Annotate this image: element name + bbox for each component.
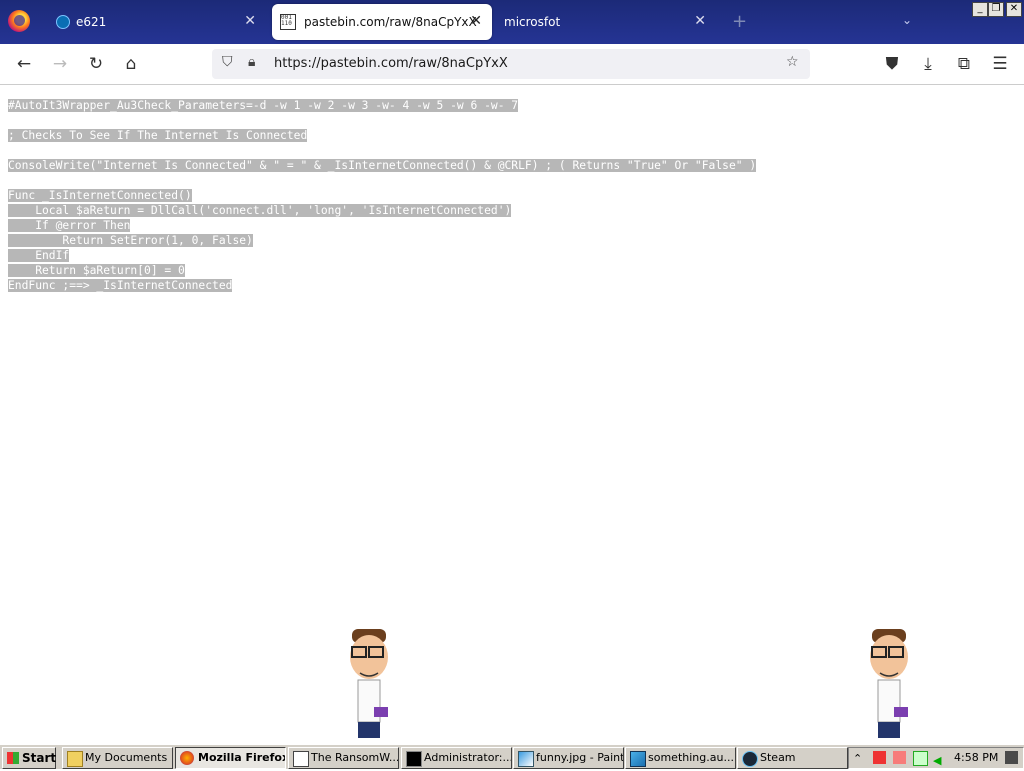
taskbar-item-label: funny.jpg - Paint <box>536 751 624 764</box>
taskbar-item-label: Administrator:... <box>424 751 512 764</box>
address-bar[interactable]: ⛉ 🔒︎ https://pastebin.com/raw/8naCpYxX ☆ <box>212 49 810 79</box>
navigation-toolbar: ← → ↻ ⌂ ⛉ 🔒︎ https://pastebin.com/raw/8n… <box>0 44 1024 85</box>
taskbar-item-paint[interactable]: funny.jpg - Paint <box>513 747 624 769</box>
downloads-icon[interactable]: ⤓ <box>916 52 940 76</box>
console-icon <box>406 751 422 767</box>
clock[interactable]: 4:58 PM <box>954 748 998 768</box>
selected-code-text[interactable]: Local $aReturn = DllCall('connect.dll', … <box>8 204 512 217</box>
code-line[interactable]: ConsoleWrite("Internet Is Connected" & "… <box>8 158 757 173</box>
character-sticker-right <box>870 629 908 738</box>
firefox-logo-icon[interactable] <box>8 10 30 32</box>
selected-code-text[interactable]: Return $aReturn[0] = 0 <box>8 264 185 277</box>
character-sticker-left <box>350 629 388 738</box>
selected-code-text[interactable]: ConsoleWrite("Internet Is Connected" & "… <box>8 159 757 172</box>
taskbar-item-ransomware-window[interactable]: The RansomW... <box>288 747 399 769</box>
tab-strip: e621 ✕ 001 110 pastebin.com/raw/8naCpYxX … <box>0 0 1024 44</box>
lock-icon[interactable]: 🔒︎ <box>248 54 255 70</box>
document-favicon-icon: 001 110 <box>280 14 296 30</box>
start-button[interactable]: Start <box>2 747 56 769</box>
code-line[interactable]: Local $aReturn = DllCall('connect.dll', … <box>8 203 756 218</box>
shield-icon[interactable]: ⛉ <box>222 54 233 70</box>
tab-label: pastebin.com/raw/8naCpYxX <box>304 15 477 29</box>
code-line[interactable]: Return SetError(1, 0, False) <box>8 233 756 248</box>
close-tab-icon[interactable]: ✕ <box>694 13 706 29</box>
firefox-icon <box>180 751 194 765</box>
paint-icon <box>518 751 534 767</box>
selected-code-text[interactable]: EndIf <box>8 249 70 262</box>
extensions-icon[interactable]: ⧉ <box>952 52 976 76</box>
raw-code-block[interactable]: #AutoIt3Wrapper_Au3Check_Parameters=-d -… <box>8 98 757 293</box>
show-desktop-icon[interactable] <box>1005 751 1018 764</box>
selected-code-text[interactable]: ; Checks To See If The Internet Is Conne… <box>8 129 308 142</box>
script-icon <box>630 751 646 767</box>
taskbar-item-administrator-console[interactable]: Administrator:... <box>401 747 512 769</box>
taskbar-item-my-documents[interactable]: My Documents <box>62 747 173 769</box>
taskbar-item-label: My Documents <box>85 751 168 764</box>
reload-icon[interactable]: ↻ <box>84 52 108 76</box>
code-line[interactable] <box>8 173 756 188</box>
selected-code-text[interactable]: If @error Then <box>8 219 131 232</box>
code-line[interactable]: Func _IsInternetConnected() <box>8 188 756 203</box>
network-icon[interactable] <box>913 751 928 766</box>
tab-microsfot[interactable]: microsfot ✕ <box>496 4 716 40</box>
e621-favicon-icon <box>56 15 70 29</box>
security-alert-icon[interactable] <box>893 751 906 764</box>
close-tab-icon[interactable]: ✕ <box>244 13 256 29</box>
windows-logo-icon <box>7 752 19 764</box>
minimize-button[interactable]: _ <box>972 2 988 17</box>
volume-icon[interactable]: ◀ <box>933 751 946 767</box>
taskbar: Start My Documents Mozilla Firefox The R… <box>0 744 1024 769</box>
code-line[interactable] <box>8 113 756 128</box>
taskbar-item-firefox[interactable]: Mozilla Firefox <box>175 747 286 769</box>
menu-icon[interactable]: ☰ <box>988 52 1012 76</box>
bookmark-star-icon[interactable]: ☆ <box>786 54 799 70</box>
taskbar-item-label: The RansomW... <box>311 751 399 764</box>
taskbar-item-label: something.au... <box>648 751 734 764</box>
tab-label: microsfot <box>504 15 561 29</box>
pocket-icon[interactable]: ⛊ <box>880 52 904 76</box>
tab-label: e621 <box>76 15 107 29</box>
close-tab-icon[interactable]: ✕ <box>470 13 482 29</box>
folder-icon <box>67 751 83 767</box>
close-window-button[interactable]: ✕ <box>1006 2 1022 17</box>
tab-pastebin[interactable]: 001 110 pastebin.com/raw/8naCpYxX ✕ <box>272 4 492 40</box>
code-line[interactable]: EndFunc ;==> _IsInternetConnected <box>8 278 756 293</box>
list-all-tabs-icon[interactable]: ⌄ <box>902 13 912 27</box>
code-line[interactable]: If @error Then <box>8 218 756 233</box>
selected-code-text[interactable]: #AutoIt3Wrapper_Au3Check_Parameters=-d -… <box>8 99 519 112</box>
selected-code-text[interactable]: Func _IsInternetConnected() <box>8 189 192 202</box>
taskbar-item-autoit-script[interactable]: something.au... <box>625 747 736 769</box>
selected-code-text[interactable]: Return SetError(1, 0, False) <box>8 234 253 247</box>
steam-icon <box>742 751 758 767</box>
taskbar-item-label: Mozilla Firefox <box>198 751 286 764</box>
page-content: #AutoIt3Wrapper_Au3Check_Parameters=-d -… <box>0 85 1024 745</box>
maximize-button[interactable]: ❐ <box>988 2 1004 17</box>
home-icon[interactable]: ⌂ <box>119 52 143 76</box>
code-line[interactable]: EndIf <box>8 248 756 263</box>
forward-icon[interactable]: → <box>48 52 72 76</box>
taskbar-item-steam[interactable]: Steam <box>737 747 848 769</box>
start-label: Start <box>22 751 57 765</box>
url-text[interactable]: https://pastebin.com/raw/8naCpYxX <box>274 56 508 71</box>
selected-code-text[interactable]: EndFunc ;==> _IsInternetConnected <box>8 279 233 292</box>
system-tray: ⌃ ◀ 4:58 PM <box>848 747 1024 769</box>
code-line[interactable]: #AutoIt3Wrapper_Au3Check_Parameters=-d -… <box>8 98 756 113</box>
taskbar-item-label: Steam <box>760 751 796 764</box>
window-icon <box>293 751 309 767</box>
new-tab-button[interactable]: + <box>732 11 747 32</box>
code-line[interactable]: Return $aReturn[0] = 0 <box>8 263 756 278</box>
code-line[interactable] <box>8 143 756 158</box>
code-line[interactable]: ; Checks To See If The Internet Is Conne… <box>8 128 756 143</box>
back-icon[interactable]: ← <box>12 52 36 76</box>
tab-e621[interactable]: e621 ✕ <box>44 4 266 40</box>
flag-icon[interactable] <box>873 751 886 764</box>
show-hidden-icons-icon[interactable]: ⌃ <box>853 749 866 765</box>
